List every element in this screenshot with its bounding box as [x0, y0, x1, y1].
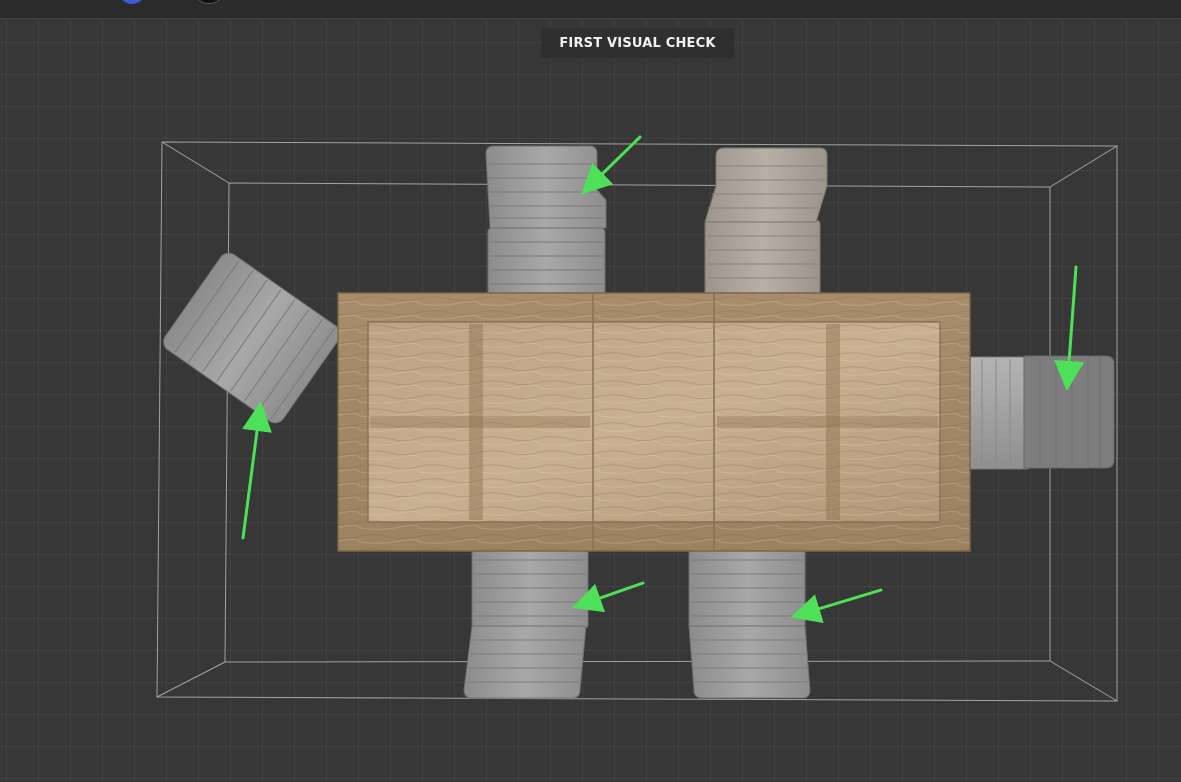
- chair-left-rotated: [163, 252, 341, 424]
- chair-top-left: [485, 145, 607, 299]
- scene-render: [156, 135, 1118, 702]
- chair-top-right: [704, 147, 828, 299]
- chair-right: [967, 355, 1115, 470]
- chair-bottom-right: [688, 545, 811, 699]
- chair-bottom-left: [463, 545, 589, 699]
- 3d-viewport[interactable]: FIRST VISUAL CHECK: [0, 0, 1181, 782]
- dining-table: [337, 292, 971, 552]
